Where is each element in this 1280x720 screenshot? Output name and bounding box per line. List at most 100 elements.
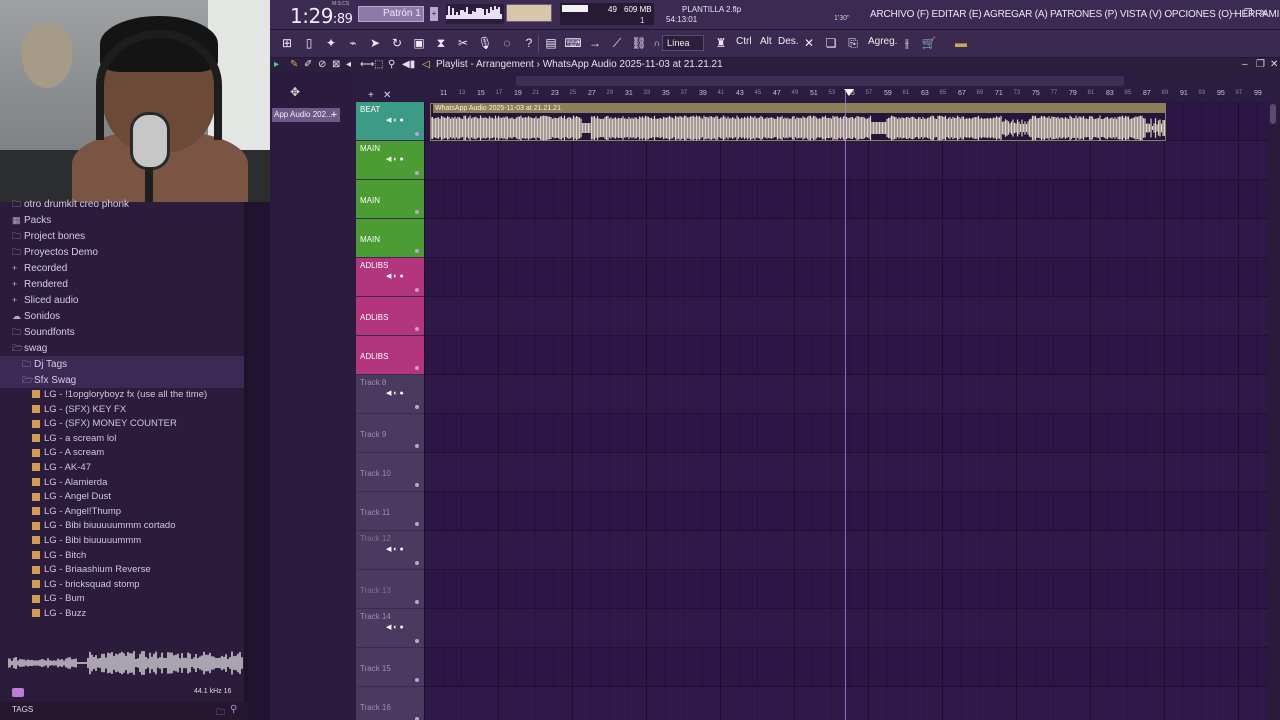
- metronome-icon[interactable]: ⧗: [432, 34, 450, 52]
- track-mute-solo-icons[interactable]: ◀ ◐ ●: [386, 116, 404, 124]
- browser-folder[interactable]: 🗀 Dj Tags: [0, 356, 244, 372]
- chat-icon[interactable]: ◌: [498, 34, 516, 52]
- browser-sample[interactable]: LG - (SFX) KEY FX: [0, 403, 244, 418]
- track-header[interactable]: ADLIBS: [356, 297, 424, 336]
- add-button[interactable]: Agreg.: [868, 36, 897, 47]
- cart-icon[interactable]: 🛒: [920, 34, 938, 52]
- grid-row[interactable]: [424, 531, 1268, 570]
- track-color-dot[interactable]: [415, 249, 419, 253]
- horizontal-scrollbar[interactable]: [516, 76, 1124, 86]
- browser-sample[interactable]: LG - Angel Dust: [0, 490, 244, 505]
- tool-icon[interactable]: ✦: [322, 34, 340, 52]
- save-icon[interactable]: ▣: [410, 34, 428, 52]
- grid-row[interactable]: [424, 492, 1268, 531]
- paste-icon[interactable]: ⎘: [844, 34, 862, 52]
- track-mute-solo-icons[interactable]: ◀ ◐ ●: [386, 545, 404, 553]
- grid-row[interactable]: [424, 609, 1268, 648]
- timeline-ruler[interactable]: + ✕ 11 13 15 17 19 21 23 25 27 29 31 33 35 37 39 41 43 45…: [356, 72, 1280, 102]
- grid-row[interactable]: [424, 336, 1268, 375]
- link-icon[interactable]: ⛓: [630, 34, 648, 52]
- track-header[interactable]: ADLIBS ◀ ◐ ●: [356, 258, 424, 297]
- ctrl-button[interactable]: Ctrl: [736, 36, 752, 47]
- ruler-close-icon[interactable]: ✕: [383, 90, 391, 101]
- track-color-dot[interactable]: [415, 678, 419, 682]
- track-color-dot[interactable]: [415, 444, 419, 448]
- grid-row[interactable]: [424, 453, 1268, 492]
- playback-tool-icon[interactable]: ◀▮: [402, 59, 415, 70]
- browser-sample[interactable]: LG - Bibi biuuuuummm cortado: [0, 519, 244, 534]
- browser-folder[interactable]: 🗀 Proyectos Demo: [0, 244, 244, 260]
- track-header[interactable]: BEAT ◀ ◐ ●: [356, 102, 424, 141]
- track-color-dot[interactable]: [415, 132, 419, 136]
- track-header[interactable]: MAIN: [356, 180, 424, 219]
- browser-folder[interactable]: 🗁Sfx Swag: [0, 372, 244, 388]
- clip-add-icon[interactable]: +: [328, 108, 340, 122]
- track-color-dot[interactable]: [415, 405, 419, 409]
- song-time-display[interactable]: 1:29:89: [290, 4, 353, 28]
- track-color-dot[interactable]: [415, 366, 419, 370]
- vertical-scroll-thumb[interactable]: [1270, 104, 1276, 124]
- track-header[interactable]: MAIN ◀ ◐ ●: [356, 141, 424, 180]
- track-header[interactable]: Track 16: [356, 687, 424, 720]
- browser-folder[interactable]: 🗀 otro drumkit creo phonk: [0, 196, 244, 212]
- mute-tool-icon[interactable]: ⊠: [332, 59, 340, 70]
- browser-sample[interactable]: LG - Angel!Thump: [0, 505, 244, 520]
- track-color-dot[interactable]: [415, 639, 419, 643]
- track-header[interactable]: Track 13: [356, 570, 424, 609]
- grid-row[interactable]: [424, 648, 1268, 687]
- mixer-icon[interactable]: ⫲: [898, 34, 916, 52]
- arrow-icon[interactable]: →: [586, 34, 604, 52]
- undo-button[interactable]: Des.: [778, 36, 799, 47]
- piano-roll-icon[interactable]: ⌨: [564, 34, 582, 52]
- playlist-maximize-icon[interactable]: ❐: [1256, 59, 1265, 70]
- snap-select[interactable]: Línea: [662, 35, 704, 51]
- track-header[interactable]: Track 10: [356, 453, 424, 492]
- browser-sample[interactable]: LG - !1opgloryboyz fx (use all the time): [0, 388, 244, 403]
- browser-sample[interactable]: LG - AK-47: [0, 461, 244, 476]
- track-header[interactable]: ADLIBS: [356, 336, 424, 375]
- browser-folder[interactable]: ▦ Packs: [0, 212, 244, 228]
- brush-icon[interactable]: ⌁: [344, 34, 362, 52]
- tags-bar[interactable]: TAGS 🗀 ⚲: [0, 702, 248, 720]
- track-color-dot[interactable]: [415, 327, 419, 331]
- browser-sample[interactable]: LG - Bum: [0, 592, 244, 607]
- zoom-tool-icon[interactable]: ⚲: [388, 59, 395, 70]
- delete-tool-icon[interactable]: ⊘: [318, 59, 326, 70]
- track-color-dot[interactable]: [415, 288, 419, 292]
- browser-folder[interactable]: 🗀 Project bones: [0, 228, 244, 244]
- track-header[interactable]: Track 9: [356, 414, 424, 453]
- pattern-add-icon[interactable]: +: [430, 7, 438, 21]
- add-track-icon[interactable]: +: [368, 90, 374, 101]
- grid-row[interactable]: [424, 687, 1268, 720]
- search-icon[interactable]: ⚲: [230, 704, 237, 715]
- track-header[interactable]: Track 12 ◀ ◐ ●: [356, 531, 424, 570]
- grid-row[interactable]: [424, 141, 1268, 180]
- track-color-dot[interactable]: [415, 171, 419, 175]
- playback-icon[interactable]: ➤: [366, 34, 384, 52]
- playlist-arrow-icon[interactable]: ▸: [274, 59, 279, 70]
- grid-row[interactable]: [424, 297, 1268, 336]
- track-mute-solo-icons[interactable]: ◀ ◐ ●: [386, 155, 404, 163]
- track-header[interactable]: Track 15: [356, 648, 424, 687]
- track-mute-solo-icons[interactable]: ◀ ◐ ●: [386, 272, 404, 280]
- arrangement-icon[interactable]: ⊞: [278, 34, 296, 52]
- browser-sample[interactable]: LG - Buzz: [0, 607, 244, 622]
- track-color-dot[interactable]: [415, 600, 419, 604]
- browser-folder[interactable]: ☁ Sonidos: [0, 308, 244, 324]
- folder-icon[interactable]: 🗀: [216, 705, 225, 720]
- new-file-icon[interactable]: ▯: [300, 34, 318, 52]
- playlist-close-icon[interactable]: ✕: [1270, 59, 1278, 70]
- delete-icon[interactable]: ✕: [800, 34, 818, 52]
- select-tool-icon[interactable]: ⬚: [374, 59, 383, 70]
- browser-folder[interactable]: 🗁swag: [0, 340, 244, 356]
- speaker-icon[interactable]: ◁: [422, 59, 430, 70]
- browser-folder[interactable]: + Rendered: [0, 276, 244, 292]
- track-color-dot[interactable]: [415, 210, 419, 214]
- browser-sample[interactable]: LG - bricksquad stomp: [0, 578, 244, 593]
- preview-play-icon[interactable]: [12, 688, 24, 697]
- stamp-icon[interactable]: ♜: [712, 34, 730, 52]
- slice-tool-icon[interactable]: ⟷: [360, 59, 374, 70]
- browser-sample[interactable]: LG - a scream lol: [0, 432, 244, 447]
- track-header[interactable]: Track 8 ◀ ◐ ●: [356, 375, 424, 414]
- browser-sample[interactable]: LG - A scream: [0, 446, 244, 461]
